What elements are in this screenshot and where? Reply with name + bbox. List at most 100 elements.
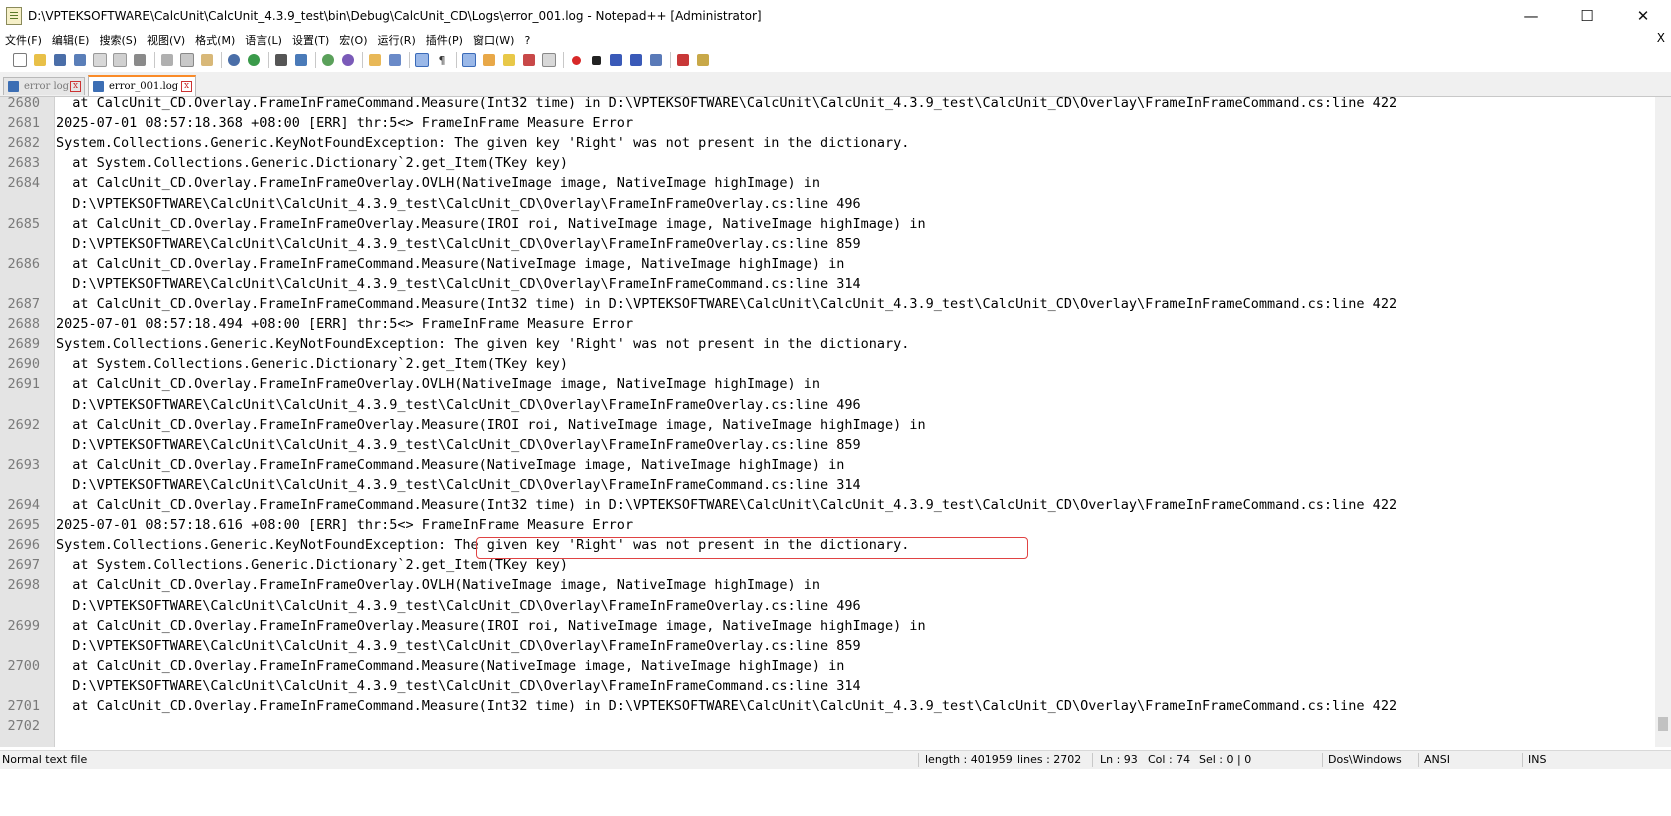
menu-macro[interactable]: 宏(O) [334,32,372,48]
line-number: 2687 [7,296,40,312]
code-line: at CalcUnit_CD.Overlay.FrameInFrameOverl… [56,577,821,593]
close-file-icon[interactable] [92,52,108,68]
status-separator [1522,753,1523,767]
menu-window[interactable]: 窗口(W) [468,32,519,48]
line-number: 2701 [7,698,40,714]
code-line: D:\VPTEKSOFTWARE\CalcUnit\CalcUnit_4.3.9… [56,397,861,413]
menu-language[interactable]: 语言(L) [240,32,287,48]
status-encoding[interactable]: ANSI [1424,753,1450,766]
function-list-icon[interactable] [521,52,537,68]
code-line: at CalcUnit_CD.Overlay.FrameInFrameOverl… [56,376,821,392]
notepad-app-icon [6,6,22,25]
plugin-icon[interactable] [695,52,711,68]
redo-icon[interactable] [246,52,262,68]
new-file-icon[interactable] [12,52,28,68]
toolbar-separator [563,52,564,68]
minimize-button[interactable]: — [1503,0,1559,31]
cut-icon[interactable] [159,52,175,68]
menu-search[interactable]: 搜索(S) [94,32,142,48]
play-multiple-icon[interactable] [628,52,644,68]
line-number: 2684 [7,175,40,191]
sync-vertical-icon[interactable] [367,52,383,68]
code-line: at CalcUnit_CD.Overlay.FrameInFrameComma… [56,97,1398,111]
find-icon[interactable] [273,52,289,68]
vertical-scrollbar[interactable] [1655,97,1671,747]
status-separator [1322,753,1323,767]
tab-label: error log [24,81,70,92]
tab-error-log[interactable]: error log x [3,77,85,95]
menu-run[interactable]: 运行(R) [373,32,421,48]
code-line: at CalcUnit_CD.Overlay.FrameInFrameComma… [56,296,1398,312]
code-line: D:\VPTEKSOFTWARE\CalcUnit\CalcUnit_4.3.9… [56,276,861,292]
sync-horizontal-icon[interactable] [387,52,403,68]
scrollbar-thumb[interactable] [1658,717,1668,731]
line-number: 2686 [7,256,40,272]
save-macro-icon[interactable] [648,52,664,68]
word-wrap-icon[interactable] [414,52,430,68]
status-separator [1418,753,1419,767]
maximize-button[interactable]: ☐ [1559,0,1615,31]
menu-help[interactable]: ? [519,34,535,47]
toolbar: ¶ [0,49,1671,71]
zoom-in-icon[interactable] [320,52,336,68]
editor[interactable]: 2680 2681 2682 2683 2684 2685 2686 2687 2688 2689… [0,97,1655,747]
status-lines: lines : 2702 [1017,753,1082,766]
menu-view[interactable]: 视图(V) [142,32,190,48]
code-line: D:\VPTEKSOFTWARE\CalcUnit\CalcUnit_4.3.9… [56,437,861,453]
status-line: Ln : 93 [1100,753,1138,766]
line-number: 2682 [7,135,40,151]
status-file-type: Normal text file [2,753,88,766]
toolbar-separator [268,52,269,68]
menu-format[interactable]: 格式(M) [190,32,240,48]
status-insert-mode: INS [1528,753,1547,766]
doc-map-icon[interactable] [501,52,517,68]
close-tab-icon[interactable]: x [70,81,81,92]
toolbar-separator [315,52,316,68]
close-document-icon[interactable]: X [1657,31,1665,45]
window-title: D:\VPTEKSOFTWARE\CalcUnit\CalcUnit_4.3.9… [28,8,762,23]
code-line: at System.Collections.Generic.Dictionary… [56,356,569,372]
status-column: Col : 74 [1148,753,1191,766]
line-number: 2681 [7,115,40,131]
status-eol[interactable]: Dos\Windows [1328,753,1402,766]
menu-file[interactable]: 文件(F) [0,32,47,48]
print-icon[interactable] [132,52,148,68]
copy-icon[interactable] [179,52,195,68]
zoom-out-icon[interactable] [340,52,356,68]
code-line: System.Collections.Generic.KeyNotFoundEx… [56,135,910,151]
stop-macro-icon[interactable] [588,52,604,68]
folder-workspace-icon[interactable] [541,52,557,68]
status-selection: Sel : 0 | 0 [1199,753,1252,766]
show-all-characters-icon[interactable]: ¶ [434,52,450,68]
replace-icon[interactable] [293,52,309,68]
paste-icon[interactable] [199,52,215,68]
undo-icon[interactable] [226,52,242,68]
close-all-icon[interactable] [112,52,128,68]
menu-plugins[interactable]: 插件(P) [421,32,468,48]
tab-error-001-log[interactable]: error_001.log x [88,75,196,96]
lang-icon[interactable] [481,52,497,68]
line-number: 2702 [7,718,40,734]
line-number: 2693 [7,457,40,473]
menu-edit[interactable]: 编辑(E) [47,32,95,48]
indent-guide-icon[interactable] [461,52,477,68]
code-line: D:\VPTEKSOFTWARE\CalcUnit\CalcUnit_4.3.9… [56,638,861,654]
status-bar: Normal text file length : 401959 lines :… [0,750,1671,769]
close-tab-icon[interactable]: x [181,81,192,92]
save-all-icon[interactable] [72,52,88,68]
open-file-icon[interactable] [32,52,48,68]
menu-settings[interactable]: 设置(T) [287,32,334,48]
code-line: at System.Collections.Generic.Dictionary… [56,155,569,171]
code-line: 2025-07-01 08:57:18.494 +08:00 [ERR] thr… [56,316,634,332]
text-area[interactable]: at CalcUnit_CD.Overlay.FrameInFrameComma… [56,97,1655,747]
annotation-highlight [476,537,1028,559]
code-line: 2025-07-01 08:57:18.616 +08:00 [ERR] thr… [56,517,634,533]
spellcheck-icon[interactable] [675,52,691,68]
close-button[interactable]: ✕ [1615,0,1671,31]
save-icon[interactable] [52,52,68,68]
line-number: 2698 [7,577,40,593]
tab-label: error_001.log [109,81,179,92]
code-line: at CalcUnit_CD.Overlay.FrameInFrameOverl… [56,417,926,433]
play-macro-icon[interactable] [608,52,624,68]
record-macro-icon[interactable] [568,52,584,68]
